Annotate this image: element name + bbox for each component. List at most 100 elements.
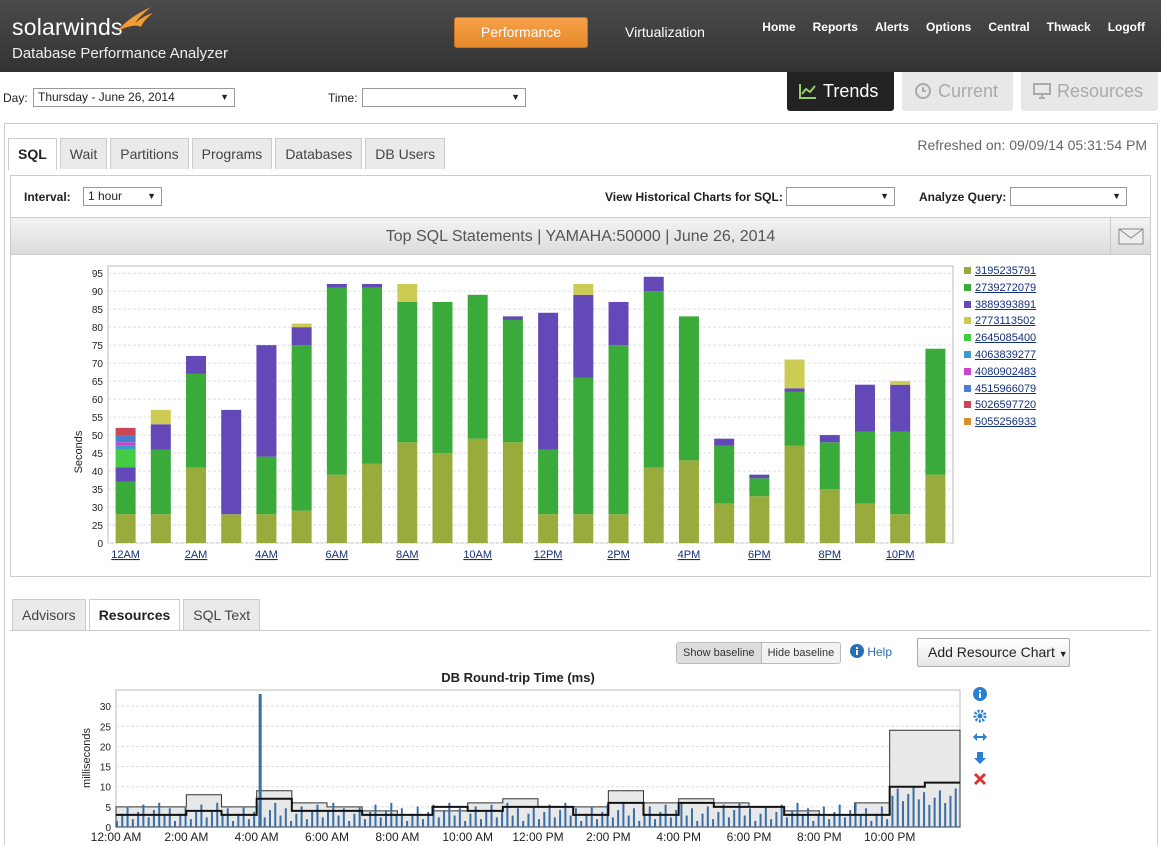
chart-title: Top SQL Statements | YAMAHA:50000 | June… [385,228,776,245]
legend-item[interactable]: 3889393891 [964,299,1036,311]
hide-baseline-button[interactable]: Hide baseline [761,643,841,663]
app-header: solarwinds Database Performance Analyzer… [0,0,1161,72]
current-tab[interactable]: Current [902,72,1013,111]
info-icon [850,644,864,658]
legend-swatch [964,300,971,308]
tab-sql[interactable]: SQL [8,138,57,170]
legend-item[interactable]: 2645085400 [964,332,1036,344]
nav-thwack[interactable]: Thwack [1047,20,1091,34]
close-icon[interactable] [972,771,988,787]
interval-select[interactable]: 1 hour ▼ [83,187,162,206]
tab-databases[interactable]: Databases [275,138,363,169]
legend-swatch [964,418,971,426]
current-label: Current [938,81,999,101]
legend-item[interactable]: 3195235791 [964,265,1036,277]
nav-central[interactable]: Central [988,20,1029,34]
roundtrip-chart-title: DB Round-trip Time (ms) [441,670,595,685]
time-label: Time: [328,91,358,105]
resources-view-label: Resources [1057,81,1144,101]
interval-label: Interval: [24,190,71,204]
legend-item[interactable]: 4080902483 [964,366,1036,378]
legend-label: 3889393891 [975,298,1037,311]
monitor-icon [1033,83,1051,99]
day-select[interactable]: Thursday - June 26, 2014 ▼ [33,88,235,107]
legend-swatch [964,401,971,409]
legend-swatch [964,384,971,392]
expand-horizontal-icon[interactable] [972,729,988,745]
tab-sql-text[interactable]: SQL Text [183,599,261,630]
chart-header: Top SQL Statements | YAMAHA:50000 | June… [11,217,1150,255]
divider [10,630,1151,631]
legend-label: 3195235791 [975,265,1037,277]
legend-label: 2739272079 [975,281,1037,294]
legend-item[interactable]: 4063839277 [964,349,1036,361]
legend-label: 2773113502 [975,315,1036,328]
caret-down-icon: ▼ [1058,649,1068,659]
legend-label: 4080902483 [975,365,1037,378]
nav-alerts[interactable]: Alerts [875,20,909,34]
legend-swatch [964,267,971,274]
nav-options[interactable]: Options [926,20,971,34]
time-select[interactable]: ▼ [362,88,526,107]
show-baseline-button[interactable]: Show baseline [677,643,762,663]
dropdown-arrow-icon: ▼ [1112,191,1121,201]
lower-tab-bar: Advisors Resources SQL Text [12,599,263,631]
legend-swatch [964,283,971,291]
legend-label: 5026597720 [975,399,1037,412]
nav-reports[interactable]: Reports [813,20,858,34]
help-label: Help [867,645,893,659]
dropdown-arrow-icon: ▼ [511,92,520,102]
nav-logoff[interactable]: Logoff [1108,20,1145,34]
analyze-query-select[interactable]: ▼ [1010,187,1127,206]
legend-item[interactable]: 2773113502 [964,315,1035,327]
help-link[interactable]: Help [850,644,892,659]
sql-tab-bar: SQL Wait Partitions Programs Databases D… [8,138,448,170]
interval-value: 1 hour [88,189,123,203]
product-name: Database Performance Analyzer [12,45,228,62]
trends-label: Trends [823,81,879,101]
email-icon[interactable] [1110,218,1150,255]
tab-resources[interactable]: Resources [88,599,181,631]
legend-item[interactable]: 5026597720 [964,399,1036,411]
info-icon[interactable] [972,686,988,702]
dropdown-arrow-icon: ▼ [220,92,229,102]
nav-home[interactable]: Home [762,20,795,34]
historical-label: View Historical Charts for SQL: [605,190,783,204]
analyze-label: Analyze Query: [919,190,1007,204]
logo: solarwinds [12,14,123,40]
baseline-toggle: Show baseline Hide baseline [676,642,842,664]
resources-view-tab[interactable]: Resources [1021,72,1158,111]
legend-label: 5055256933 [975,416,1037,429]
legend-item[interactable]: 2739272079 [964,282,1036,294]
tab-partitions[interactable]: Partitions [110,138,189,169]
performance-button[interactable]: Performance [454,17,588,48]
tab-wait[interactable]: Wait [59,138,108,169]
legend-swatch [964,317,971,325]
clock-icon [915,83,931,99]
legend-item[interactable]: 5055256933 [964,416,1036,428]
legend-label: 4063839277 [975,349,1037,361]
historical-sql-select[interactable]: ▼ [786,187,895,206]
tab-programs[interactable]: Programs [191,138,273,169]
add-resource-chart-button[interactable]: Add Resource Chart ▼ [917,638,1070,667]
dropdown-arrow-icon: ▼ [147,191,156,201]
refreshed-timestamp: Refreshed on: 09/09/14 05:31:54 PM [917,137,1147,153]
trends-tab[interactable]: Trends [787,72,894,111]
tab-advisors[interactable]: Advisors [12,599,86,630]
logo-flame-icon [117,7,153,31]
legend-label: 4515966079 [975,382,1037,395]
day-label: Day: [3,91,28,105]
top-nav: Home Reports Alerts Options Central Thwa… [762,20,1145,34]
legend-swatch [964,351,971,358]
add-chart-label: Add Resource Chart [928,644,1055,660]
legend-swatch [964,334,971,342]
download-arrow-icon[interactable] [972,750,988,766]
virtualization-button[interactable]: Virtualization [608,17,722,48]
tab-db-users[interactable]: DB Users [365,138,446,169]
dropdown-arrow-icon: ▼ [880,191,889,201]
legend-item[interactable]: 4515966079 [964,383,1036,395]
day-value: Thursday - June 26, 2014 [38,90,175,104]
trend-chart-icon [799,84,816,99]
legend-swatch [964,367,971,375]
gear-icon[interactable] [972,708,988,724]
